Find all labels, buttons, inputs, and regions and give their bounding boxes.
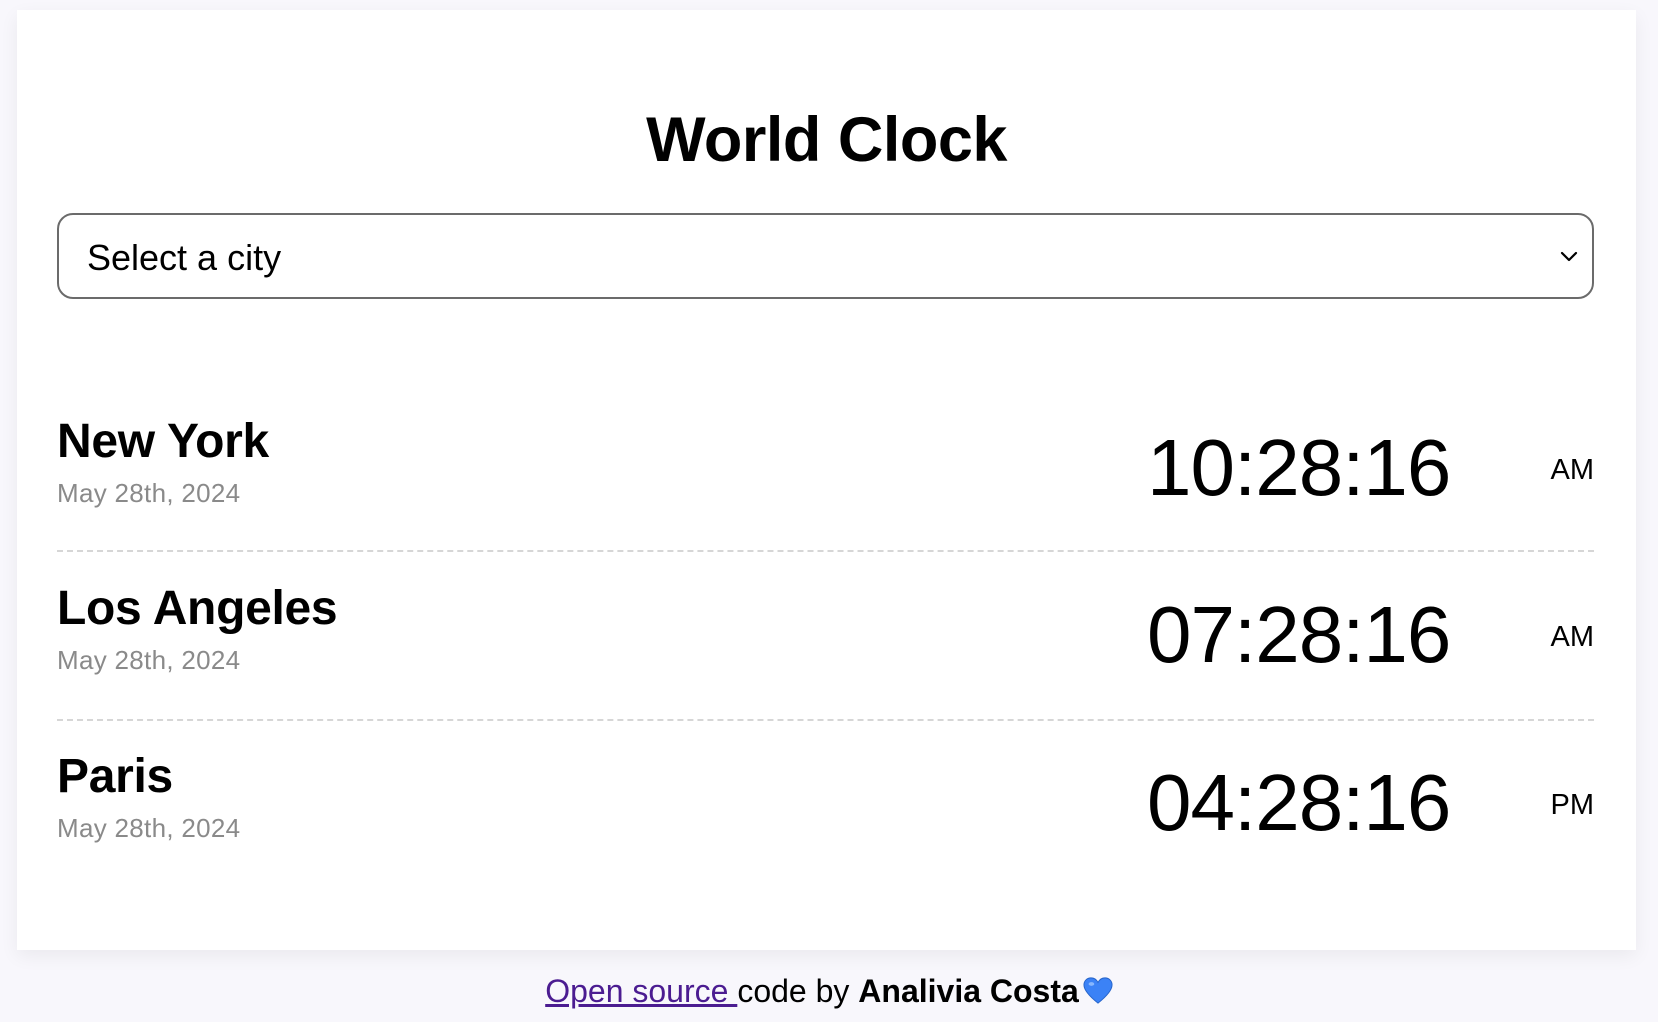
world-clock-card: World Clock Select a city New York May 2… xyxy=(17,10,1636,950)
time-period: PM xyxy=(1550,789,1595,821)
time-period: AM xyxy=(1550,454,1595,486)
city-select[interactable]: Select a city xyxy=(57,213,1594,299)
footer: Open source code by Analivia Costa xyxy=(0,973,1658,1010)
author-name: Analivia Costa xyxy=(858,973,1079,1009)
city-select-value: Select a city xyxy=(87,237,282,278)
time-period: AM xyxy=(1550,621,1595,653)
open-source-link[interactable]: Open source xyxy=(545,973,737,1009)
city-time: 10:28:16 xyxy=(1147,423,1451,512)
city-name: Paris xyxy=(57,750,173,803)
city-date: May 28th, 2024 xyxy=(57,645,241,675)
city-date: May 28th, 2024 xyxy=(57,813,241,843)
clock-row: Los Angeles May 28th, 2024 07:28:16 AM xyxy=(57,553,1594,721)
city-time: 07:28:16 xyxy=(1147,590,1451,679)
city-date: May 28th, 2024 xyxy=(57,478,241,508)
city-name: Los Angeles xyxy=(57,582,338,635)
footer-text: code by xyxy=(737,973,859,1009)
city-time: 04:28:16 xyxy=(1147,758,1451,847)
page-title: World Clock xyxy=(646,105,1007,175)
city-name: New York xyxy=(57,415,269,468)
blue-heart-icon xyxy=(1083,977,1113,1004)
clock-row: New York May 28th, 2024 10:28:16 AM xyxy=(57,384,1594,552)
chevron-down-icon xyxy=(1560,251,1578,262)
clock-row: Paris May 28th, 2024 04:28:16 PM xyxy=(57,722,1594,890)
